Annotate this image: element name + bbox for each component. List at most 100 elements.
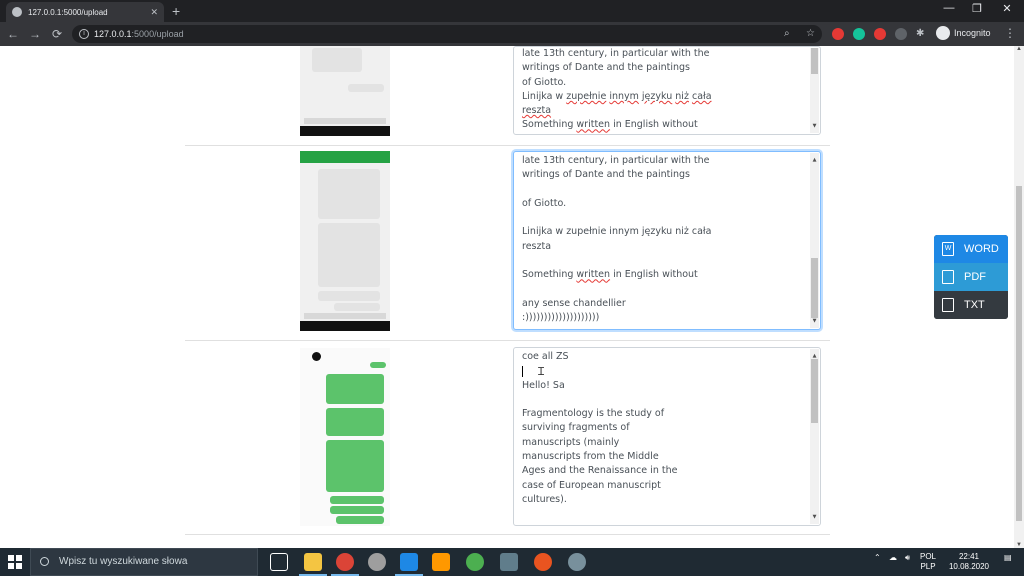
paint-icon[interactable] bbox=[368, 553, 386, 571]
url-host: 127.0.0.1 bbox=[94, 29, 132, 39]
ubuntu-icon[interactable] bbox=[534, 553, 552, 571]
text-line: any sense chandellier bbox=[522, 297, 626, 309]
tab-title: 127.0.0.1:5000/upload bbox=[28, 7, 108, 17]
vscode-icon[interactable] bbox=[395, 553, 423, 576]
close-window-button[interactable]: ✕ bbox=[993, 2, 1021, 15]
text-line bbox=[522, 211, 812, 225]
text-line: of Giotto. bbox=[522, 197, 567, 209]
text-line: late 13th century, in particular with th… bbox=[522, 155, 710, 166]
export-pdf-button[interactable]: PDF bbox=[934, 263, 1008, 291]
url-path: :5000/upload bbox=[131, 29, 184, 39]
text-segment: Something bbox=[522, 119, 577, 131]
text-segment: in English without bbox=[610, 269, 698, 281]
close-tab-icon[interactable]: ✕ bbox=[150, 7, 158, 18]
textarea-scrollbar[interactable]: ▲ ▼ bbox=[810, 153, 819, 328]
upload-page: late 13th century, in particular with th… bbox=[0, 46, 1014, 548]
text-line: Linijka w zupełnie innym języku niż cała bbox=[522, 90, 812, 104]
browser-titlebar: 127.0.0.1:5000/upload ✕ + — ❐ ✕ bbox=[0, 0, 1024, 22]
browser-tab[interactable]: 127.0.0.1:5000/upload ✕ bbox=[6, 2, 164, 22]
text-line: coe all ZS bbox=[522, 351, 569, 362]
extension-red-icon[interactable] bbox=[832, 28, 844, 40]
clock-time: 22:41 bbox=[958, 552, 980, 561]
new-tab-button[interactable]: + bbox=[172, 3, 180, 19]
back-arrow-icon[interactable]: ← bbox=[5, 26, 21, 42]
text-line: cultures). bbox=[522, 493, 567, 505]
text-line: reszta bbox=[522, 104, 812, 118]
text-segment: Linijka w bbox=[522, 90, 567, 102]
show-hidden-icons-icon[interactable]: ⌃ bbox=[874, 553, 881, 562]
terminal-icon[interactable] bbox=[500, 553, 518, 571]
windows-start-icon[interactable] bbox=[8, 555, 22, 569]
shield-app-icon[interactable] bbox=[466, 553, 484, 571]
taskbar-clock[interactable]: 22:41 10.08.2020 bbox=[945, 552, 993, 572]
misspelled-word: niż bbox=[675, 90, 689, 102]
text-line: manuscripts (mainly bbox=[522, 436, 620, 448]
text-segment: Something bbox=[522, 269, 577, 281]
bookmark-star-icon[interactable]: ☆ bbox=[806, 26, 815, 42]
export-txt-label: TXT bbox=[964, 299, 985, 311]
text-line: reszta bbox=[522, 240, 552, 252]
screenshot-thumbnail bbox=[300, 151, 390, 331]
windows-taskbar: Wpisz tu wyszukiwane słowa ⌃ ☁ 🔊︎ POL PL… bbox=[0, 548, 1024, 576]
file-explorer-icon[interactable] bbox=[299, 553, 327, 576]
misspelled-word: języku bbox=[641, 90, 673, 102]
ocr-text-area[interactable]: late 13th century, in particular with th… bbox=[513, 46, 821, 135]
export-panel: W WORD PDF TXT bbox=[934, 235, 1008, 319]
misspelled-word: innym bbox=[609, 90, 639, 102]
incognito-indicator[interactable]: Incognito bbox=[936, 26, 991, 40]
sublime-icon[interactable] bbox=[432, 553, 450, 571]
ocr-text-area[interactable]: late 13th century, in particular with th… bbox=[513, 151, 821, 330]
volume-icon[interactable]: 🔊︎ bbox=[905, 553, 910, 563]
chrome-icon[interactable] bbox=[331, 553, 359, 576]
screenshot-thumbnail bbox=[300, 348, 390, 526]
minimize-button[interactable]: — bbox=[935, 2, 963, 14]
forward-arrow-icon[interactable]: → bbox=[27, 26, 43, 42]
text-line: manuscripts from the Middle bbox=[522, 451, 659, 463]
text-line: writings of Dante and the paintings bbox=[522, 169, 691, 181]
browser-menu-icon[interactable]: ⋮ bbox=[1004, 26, 1016, 40]
address-bar[interactable]: i 127.0.0.1:5000/upload bbox=[72, 25, 822, 43]
task-view-icon[interactable] bbox=[270, 553, 288, 571]
page-scrollbar[interactable]: ▲ ▼ bbox=[1014, 46, 1024, 548]
text-line: late 13th century, in particular with th… bbox=[522, 48, 710, 59]
extension-gray-icon[interactable] bbox=[895, 28, 907, 40]
ocr-text-area[interactable]: coe all ZS Hello! Sa Fragmentology is the … bbox=[513, 347, 821, 526]
text-line: :)))))))))))))))))))) bbox=[522, 312, 600, 324]
extensions-puzzle-icon[interactable]: ✱ bbox=[916, 26, 924, 42]
notifications-icon[interactable]: ▤ bbox=[1004, 553, 1012, 562]
lang-top: POL bbox=[920, 552, 937, 561]
mouse-ibeam-cursor: Ɪ bbox=[538, 366, 545, 378]
clock-date: 10.08.2020 bbox=[948, 562, 990, 571]
search-icon bbox=[40, 557, 49, 566]
lang-bottom: PLP bbox=[920, 562, 936, 571]
language-indicator[interactable]: POL PLP bbox=[920, 552, 936, 572]
maximize-button[interactable]: ❐ bbox=[963, 2, 991, 15]
textarea-scrollbar[interactable]: ▲ ▼ bbox=[810, 349, 819, 524]
grammarly-icon[interactable] bbox=[853, 28, 865, 40]
text-line: Hello! Sa bbox=[522, 379, 565, 391]
text-caret bbox=[522, 366, 523, 377]
taskbar-search-box[interactable]: Wpisz tu wyszukiwane słowa bbox=[30, 548, 258, 576]
app-icon[interactable] bbox=[568, 553, 586, 571]
row-divider bbox=[185, 145, 830, 146]
textarea-scrollbar[interactable]: ▼ bbox=[810, 48, 819, 133]
text-line bbox=[522, 254, 812, 268]
browser-toolbar: ← → ⟳ i 127.0.0.1:5000/upload ⌕ ☆ ✱ Inco… bbox=[0, 22, 1024, 46]
word-file-icon: W bbox=[942, 242, 954, 256]
extension-record-icon[interactable] bbox=[874, 28, 886, 40]
text-line bbox=[522, 183, 812, 197]
text-line: Something written in English without bbox=[522, 118, 812, 132]
site-info-icon[interactable]: i bbox=[79, 29, 89, 39]
taskbar-search-placeholder: Wpisz tu wyszukiwane słowa bbox=[59, 556, 188, 567]
zoom-icon[interactable]: ⌕ bbox=[784, 26, 790, 42]
cloud-icon[interactable]: ☁ bbox=[889, 553, 897, 562]
misspelled-word: cała bbox=[691, 90, 712, 102]
text-line: surviving fragments of bbox=[522, 422, 630, 434]
export-word-button[interactable]: W WORD bbox=[934, 235, 1008, 263]
incognito-icon bbox=[936, 26, 950, 40]
export-txt-button[interactable]: TXT bbox=[934, 291, 1008, 319]
text-segment: in English without bbox=[610, 119, 698, 131]
text-line: Something written in English without bbox=[522, 268, 812, 282]
misspelled-word: written bbox=[576, 269, 611, 281]
reload-icon[interactable]: ⟳ bbox=[49, 26, 65, 42]
